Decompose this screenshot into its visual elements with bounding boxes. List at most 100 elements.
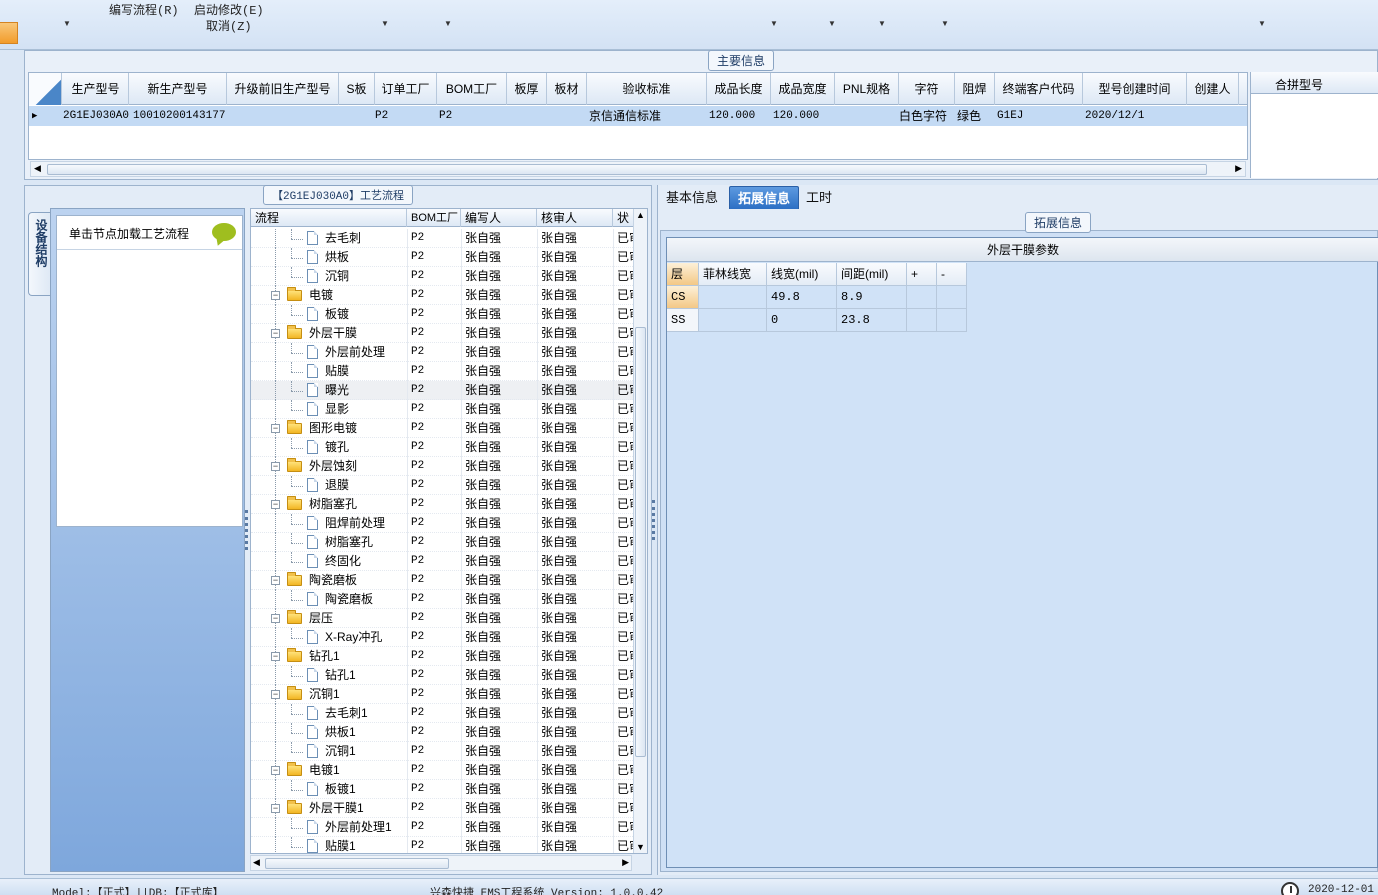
scroll-right-icon[interactable]: ▶ <box>622 857 629 868</box>
dropdown-arrow-icon[interactable]: ▼ <box>381 19 389 28</box>
tree-row[interactable]: − 层压 P2 张自强 张自强 已审 <box>251 609 633 628</box>
col-header[interactable]: 型号创建时间 <box>1083 73 1187 105</box>
app-menu-tab[interactable] <box>0 22 18 44</box>
collapse-toggle-icon[interactable]: − <box>271 804 280 813</box>
remove-column-button[interactable]: - <box>937 263 967 286</box>
tree-row[interactable]: 贴膜1 P2 张自强 张自强 已审 <box>251 837 633 853</box>
scroll-up-icon[interactable]: ▲ <box>636 210 645 220</box>
tree-row[interactable]: − 外层干膜 P2 张自强 张自强 已审 <box>251 324 633 343</box>
tree-row[interactable]: 外层前处理1 P2 张自强 张自强 已审 <box>251 818 633 837</box>
write-flow-button[interactable]: 编写流程(R) <box>109 1 179 18</box>
splitter-handle[interactable] <box>245 510 248 550</box>
dropdown-arrow-icon[interactable]: ▼ <box>828 19 836 28</box>
scroll-thumb[interactable] <box>635 327 646 757</box>
grid-corner-icon[interactable] <box>29 73 62 105</box>
col-header[interactable]: 状 <box>613 209 635 227</box>
tree-row[interactable]: 去毛刺 P2 张自强 张自强 已审 <box>251 229 633 248</box>
col-header[interactable]: 核审人 <box>537 209 613 227</box>
col-header[interactable]: S板 <box>339 73 375 105</box>
tree-row[interactable]: − 陶瓷磨板 P2 张自强 张自强 已审 <box>251 571 633 590</box>
scroll-down-icon[interactable]: ▼ <box>636 842 645 852</box>
tree-row[interactable]: 曝光 P2 张自强 张自强 已审 <box>251 381 633 400</box>
horizontal-scrollbar[interactable]: ◀ ▶ <box>30 161 1246 177</box>
dropdown-arrow-icon[interactable]: ▼ <box>941 19 949 28</box>
cell-film[interactable] <box>699 309 767 332</box>
col-header[interactable]: 字符 <box>899 73 955 105</box>
col-header[interactable]: 间距(mil) <box>837 263 907 286</box>
col-header[interactable]: 线宽(mil) <box>767 263 837 286</box>
cell-empty[interactable] <box>937 286 967 309</box>
tree-row[interactable]: 阻焊前处理 P2 张自强 张自强 已审 <box>251 514 633 533</box>
col-header[interactable]: BOM工厂 <box>437 73 507 105</box>
cell-empty[interactable] <box>907 309 937 332</box>
cell-width[interactable]: 49.8 <box>767 286 837 309</box>
tree-row[interactable]: X-Ray冲孔 P2 张自强 张自强 已审 <box>251 628 633 647</box>
col-header[interactable]: PNL规格 <box>835 73 899 105</box>
table-row[interactable]: CS 49.8 8.9 <box>667 286 969 309</box>
tree-row[interactable]: 退膜 P2 张自强 张自强 已审 <box>251 476 633 495</box>
col-header[interactable]: 流程 <box>251 209 407 227</box>
col-header[interactable]: 终端客户代码 <box>995 73 1083 105</box>
col-header[interactable]: 订单工厂 <box>375 73 437 105</box>
vertical-scrollbar[interactable]: ▲ ▼ <box>633 209 647 853</box>
device-structure-tab[interactable]: 设备结构 <box>28 212 50 296</box>
tree-row[interactable]: 去毛刺1 P2 张自强 张自强 已审 <box>251 704 633 723</box>
tree-row[interactable]: − 外层干膜1 P2 张自强 张自强 已审 <box>251 799 633 818</box>
scroll-left-icon[interactable]: ◀ <box>253 857 260 868</box>
col-header[interactable]: 成品长度 <box>707 73 771 105</box>
tree-row[interactable]: 镀孔 P2 张自强 张自强 已审 <box>251 438 633 457</box>
col-header[interactable]: 层 <box>667 263 699 286</box>
scroll-thumb[interactable] <box>47 164 1207 175</box>
collapse-toggle-icon[interactable]: − <box>271 614 280 623</box>
dropdown-arrow-icon[interactable]: ▼ <box>1258 19 1266 28</box>
tree-row[interactable]: 贴膜 P2 张自强 张自强 已审 <box>251 362 633 381</box>
cell-width[interactable]: 0 <box>767 309 837 332</box>
tree-row[interactable]: 烘板1 P2 张自强 张自强 已审 <box>251 723 633 742</box>
scroll-thumb[interactable] <box>265 858 449 869</box>
col-header[interactable]: 编写人 <box>461 209 537 227</box>
tree-row[interactable]: 烘板 P2 张自强 张自强 已审 <box>251 248 633 267</box>
node-list-box[interactable]: 单击节点加载工艺流程 <box>56 215 243 527</box>
collapse-toggle-icon[interactable]: − <box>271 690 280 699</box>
dropdown-arrow-icon[interactable]: ▼ <box>63 19 71 28</box>
tree-row[interactable]: 树脂塞孔 P2 张自强 张自强 已审 <box>251 533 633 552</box>
col-header[interactable]: 板材 <box>547 73 587 105</box>
tab-extended-info[interactable]: 拓展信息 <box>729 186 800 209</box>
tree-row[interactable]: 显影 P2 张自强 张自强 已审 <box>251 400 633 419</box>
table-row[interactable]: ▶ 2G1EJ030A0 10010200143177 P2 P2 京信通信标准… <box>29 106 1247 126</box>
tree-row[interactable]: − 树脂塞孔 P2 张自强 张自强 已审 <box>251 495 633 514</box>
scroll-right-icon[interactable]: ▶ <box>1235 163 1242 174</box>
collapse-toggle-icon[interactable]: − <box>271 500 280 509</box>
cell-film[interactable] <box>699 286 767 309</box>
cell-spacing[interactable]: 8.9 <box>837 286 907 309</box>
splitter-handle[interactable] <box>652 500 655 540</box>
col-header[interactable]: 成品宽度 <box>771 73 835 105</box>
tree-row[interactable]: − 图形电镀 P2 张自强 张自强 已审 <box>251 419 633 438</box>
col-header[interactable]: 板厚 <box>507 73 547 105</box>
tab-basic-info[interactable]: 基本信息 <box>658 186 726 209</box>
cancel-button[interactable]: 取消(Z) <box>206 17 252 34</box>
col-header[interactable]: 创建人 <box>1187 73 1239 105</box>
tree-row[interactable]: 沉铜1 P2 张自强 张自强 已审 <box>251 742 633 761</box>
tree-row[interactable]: − 电镀1 P2 张自强 张自强 已审 <box>251 761 633 780</box>
cell-empty[interactable] <box>937 309 967 332</box>
collapse-toggle-icon[interactable]: − <box>271 576 280 585</box>
tree-row[interactable]: 板镀 P2 张自强 张自强 已审 <box>251 305 633 324</box>
tab-work-hours[interactable]: 工时 <box>798 186 840 209</box>
dropdown-arrow-icon[interactable]: ▼ <box>444 19 452 28</box>
collapse-toggle-icon[interactable]: − <box>271 291 280 300</box>
start-modify-button[interactable]: 启动修改(E) <box>194 1 264 18</box>
col-header[interactable]: 阻焊 <box>955 73 995 105</box>
collapse-toggle-icon[interactable]: − <box>271 766 280 775</box>
col-header[interactable]: BOM工厂 <box>407 209 461 227</box>
scroll-left-icon[interactable]: ◀ <box>34 163 41 174</box>
tree-row[interactable]: 终固化 P2 张自强 张自强 已审 <box>251 552 633 571</box>
cell-empty[interactable] <box>907 286 937 309</box>
col-header[interactable]: 升级前旧生产型号 <box>227 73 339 105</box>
col-header[interactable]: 菲林线宽 <box>699 263 767 286</box>
dropdown-arrow-icon[interactable]: ▼ <box>770 19 778 28</box>
add-column-button[interactable]: + <box>907 263 937 286</box>
collapse-toggle-icon[interactable]: − <box>271 652 280 661</box>
merge-model-label[interactable]: 合拼型号 <box>1275 76 1323 93</box>
collapse-toggle-icon[interactable]: − <box>271 329 280 338</box>
